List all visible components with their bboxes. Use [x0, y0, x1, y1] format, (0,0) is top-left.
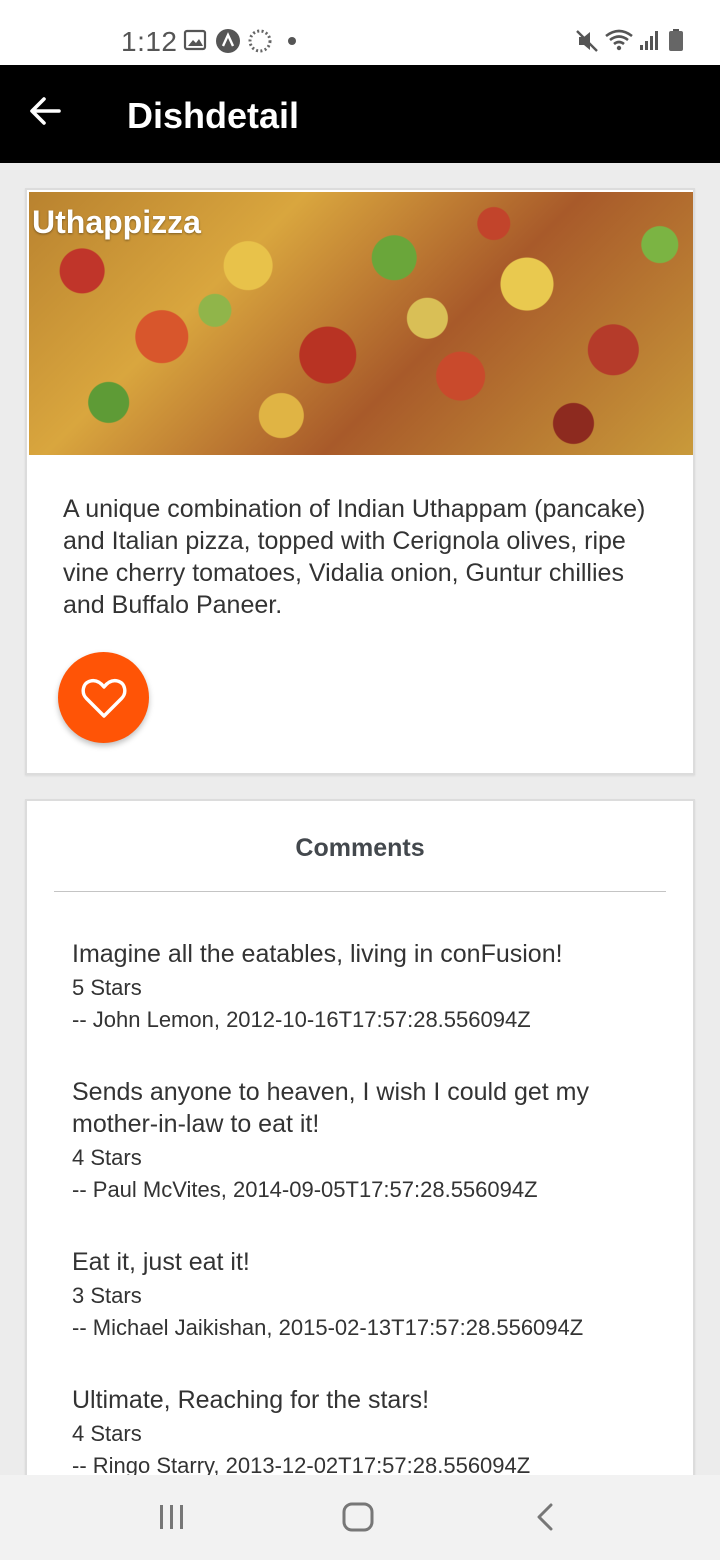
mute-icon — [576, 30, 598, 52]
comment-author: -- John Lemon, 2012-10-16T17:57:28.55609… — [72, 1007, 531, 1032]
dish-description: A unique combination of Indian Uthappam … — [63, 495, 646, 619]
wifi-icon — [605, 29, 633, 51]
app-bar: Dishdetail — [0, 65, 720, 163]
heart-outline-icon — [81, 678, 126, 718]
notification-dot — [288, 37, 296, 45]
comment-item: Eat it, just eat it! 3 Stars -- Michael … — [72, 1246, 652, 1344]
signal-icon — [640, 31, 658, 50]
comment-item: Imagine all the eatables, living in conF… — [72, 938, 652, 1036]
comment-item: Ultimate, Reaching for the stars! 4 Star… — [72, 1384, 652, 1482]
dish-card: Uthappizza A unique combination of India… — [25, 188, 695, 775]
comment-rating: 3 Stars — [72, 1283, 142, 1308]
comment-rating: 4 Stars — [72, 1421, 142, 1446]
system-nav-bar — [0, 1475, 720, 1560]
status-bar: 1:12 — [0, 0, 720, 65]
comment-text: Sends anyone to heaven, I wish I could g… — [72, 1078, 589, 1138]
status-time: 1:12 — [121, 26, 178, 57]
back-icon[interactable] — [533, 1501, 557, 1533]
recent-apps-icon[interactable] — [157, 1501, 187, 1533]
dish-name: Uthappizza — [32, 204, 201, 240]
comments-card: Comments Imagine all the eatables, livin… — [25, 799, 695, 1499]
dish-image: Uthappizza — [29, 192, 693, 455]
comment-rating: 5 Stars — [72, 975, 142, 1000]
battery-icon — [669, 29, 683, 51]
comment-text: Imagine all the eatables, living in conF… — [72, 940, 563, 968]
gallery-icon — [183, 29, 207, 51]
comment-rating: 4 Stars — [72, 1145, 142, 1170]
home-icon[interactable] — [341, 1501, 375, 1533]
comment-text: Eat it, just eat it! — [72, 1248, 250, 1276]
favorite-button[interactable] — [58, 652, 149, 743]
loading-icon — [248, 29, 272, 53]
divider — [54, 891, 666, 892]
app-icon — [216, 29, 240, 53]
page-title: Dishdetail — [127, 95, 300, 136]
comment-author: -- Michael Jaikishan, 2015-02-13T17:57:2… — [72, 1315, 584, 1340]
comment-author: -- Paul McVites, 2014-09-05T17:57:28.556… — [72, 1177, 538, 1202]
comments-title: Comments — [295, 834, 425, 862]
comment-item: Sends anyone to heaven, I wish I could g… — [72, 1076, 652, 1206]
arrow-left-icon[interactable] — [28, 94, 62, 128]
comment-text: Ultimate, Reaching for the stars! — [72, 1386, 430, 1414]
